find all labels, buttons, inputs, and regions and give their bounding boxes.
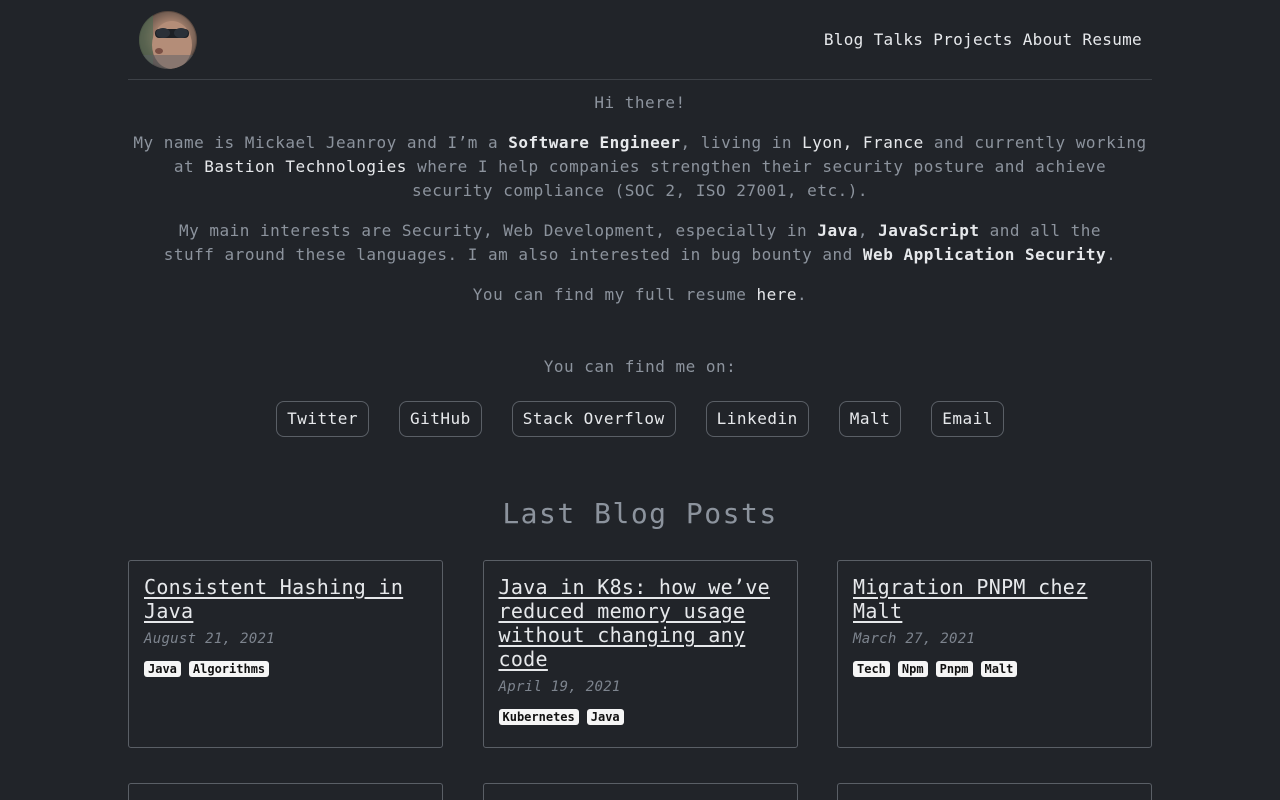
blog-post-card-partial [837, 783, 1152, 800]
intro-text: . [797, 285, 808, 304]
main-container: Blog Talks Projects About Resume Hi ther… [128, 0, 1152, 800]
intro-text: . [1106, 245, 1117, 264]
post-tag[interactable]: Pnpm [935, 661, 973, 677]
malt-link[interactable]: Malt [838, 401, 902, 437]
blog-post-card-partial [482, 783, 798, 800]
linkedin-link[interactable]: Linkedin [705, 401, 809, 437]
avatar[interactable] [139, 11, 197, 69]
intro-text: My main interests are Security, Web Deve… [178, 221, 818, 240]
post-tag[interactable]: Algorithms [188, 661, 270, 677]
main-nav: Blog Talks Projects About Resume [824, 30, 1142, 49]
javascript-highlight: JavaScript [878, 221, 980, 240]
post-date: March 27, 2021 [853, 631, 976, 647]
post-date: April 19, 2021 [498, 679, 621, 695]
post-title-link[interactable]: Consistent Hashing in Java [144, 575, 427, 623]
post-tags: Tech Npm Pnpm Malt [853, 661, 1136, 677]
site-header: Blog Talks Projects About Resume [128, 0, 1152, 80]
nav-about[interactable]: About [1023, 30, 1073, 49]
post-tag[interactable]: Java [586, 709, 624, 725]
intro-paragraph-1: My name is Mickael Jeanroy and I’m a Sof… [128, 131, 1152, 203]
intro-paragraph-2: My main interests are Security, Web Deve… [128, 219, 1152, 267]
nav-resume[interactable]: Resume [1082, 30, 1142, 49]
company-link[interactable]: Bastion Technologies [204, 157, 407, 176]
post-tag[interactable]: Malt [980, 661, 1018, 677]
post-tag[interactable]: Java [144, 661, 181, 677]
nav-talks[interactable]: Talks [874, 30, 924, 49]
role-highlight: Software Engineer [508, 133, 681, 152]
intro-text: You can find my full resume [472, 285, 757, 304]
stackoverflow-link[interactable]: Stack Overflow [511, 401, 676, 437]
intro-text: where I help companies strengthen their … [406, 157, 1107, 200]
post-tag[interactable]: Npm [897, 661, 928, 677]
nav-blog[interactable]: Blog [824, 30, 864, 49]
intro-paragraph-3: You can find my full resume here. [128, 283, 1152, 307]
post-title-link[interactable]: Java in K8s: how we’ve reduced memory us… [499, 575, 782, 671]
post-tags: Java Algorithms [144, 661, 427, 677]
intro-text: , [857, 221, 879, 240]
post-date: August 21, 2021 [144, 631, 275, 647]
find-me-label: You can find me on: [543, 357, 737, 376]
post-title-link[interactable]: Migration PNPM chez Malt [853, 575, 1136, 623]
intro-text: My name is Mickael Jeanroy and I’m a [133, 133, 509, 152]
page: Blog Talks Projects About Resume Hi ther… [0, 0, 1280, 800]
java-highlight: Java [817, 221, 858, 240]
intro-text: , living in [680, 133, 803, 152]
post-tag[interactable]: Kubernetes [498, 709, 579, 725]
city-link[interactable]: Lyon, France [802, 133, 924, 152]
greeting: Hi there! [594, 93, 686, 112]
blog-posts-row: Consistent Hashing in Java August 21, 20… [128, 560, 1152, 748]
blog-posts-row-2 [128, 783, 1152, 800]
avatar-photo-icon [139, 11, 197, 69]
resume-here-link[interactable]: here [757, 285, 798, 304]
blog-post-card: Migration PNPM chez Malt March 27, 2021 … [837, 560, 1152, 748]
post-tags: Kubernetes Java [498, 709, 782, 725]
social-links: Twitter GitHub Stack Overflow Linkedin M… [128, 401, 1152, 437]
post-tag[interactable]: Tech [853, 661, 890, 677]
blog-post-card-partial [128, 783, 443, 800]
nav-projects[interactable]: Projects [933, 30, 1012, 49]
intro-section: Hi there! My name is Mickael Jeanroy and… [128, 80, 1152, 307]
blog-post-card: Java in K8s: how we’ve reduced memory us… [482, 560, 798, 748]
blog-section-title: Last Blog Posts [502, 497, 778, 530]
email-link[interactable]: Email [931, 401, 1004, 437]
github-link[interactable]: GitHub [399, 401, 482, 437]
web-app-security-highlight: Web Application Security [862, 245, 1107, 264]
twitter-link[interactable]: Twitter [276, 401, 369, 437]
blog-post-card: Consistent Hashing in Java August 21, 20… [128, 560, 443, 748]
